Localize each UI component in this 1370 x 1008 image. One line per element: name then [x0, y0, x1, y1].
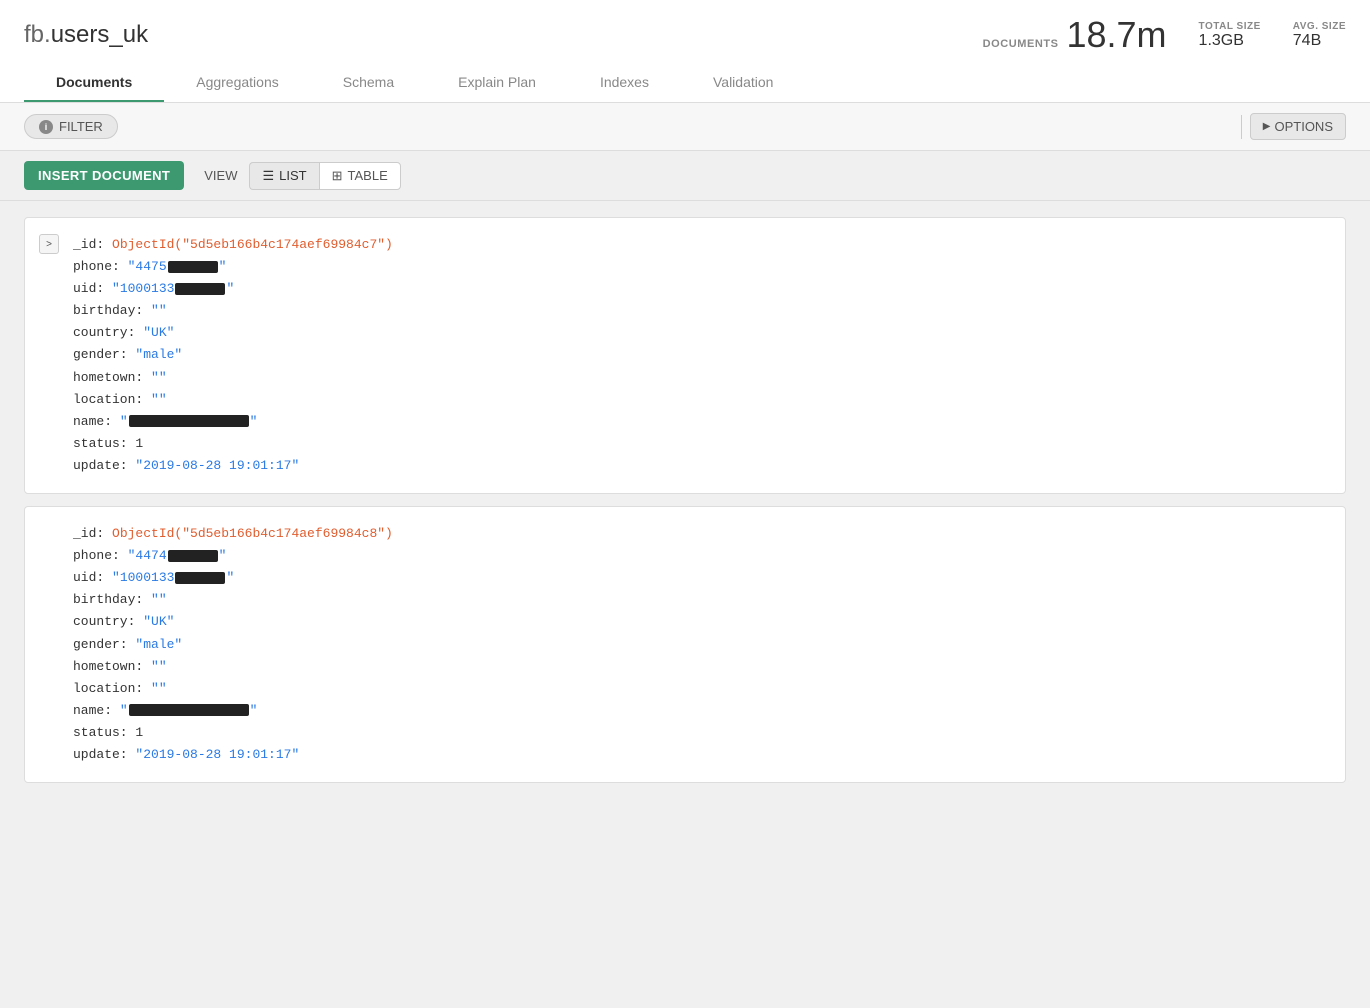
documents-label: DOCUMENTS	[983, 38, 1059, 50]
doc-field-hometown: hometown: ""	[73, 367, 1325, 389]
doc2-field-gender: gender: "male"	[73, 634, 1325, 656]
collection-name: users_uk	[51, 21, 148, 48]
redacted-name-2	[129, 704, 249, 716]
filter-bar: i FILTER ▶ OPTIONS	[0, 103, 1370, 151]
documents-count: 18.7m	[1066, 14, 1166, 56]
tab-documents[interactable]: Documents	[24, 64, 164, 102]
doc-field-country: country: "UK"	[73, 322, 1325, 344]
doc2-field-id: _id: ObjectId("5d5eb166b4c174aef69984c8"…	[73, 523, 1325, 545]
stat-documents: DOCUMENTS 18.7m	[983, 14, 1167, 56]
total-size-label: TOTAL SIZE	[1199, 21, 1261, 32]
total-size-value: 1.3GB	[1199, 32, 1244, 50]
stat-avg-size: AVG. SIZE 74B	[1293, 21, 1346, 50]
redacted-name	[129, 415, 249, 427]
doc2-field-update: update: "2019-08-28 19:01:17"	[73, 744, 1325, 766]
stats-area: DOCUMENTS 18.7m TOTAL SIZE 1.3GB AVG. SI…	[983, 14, 1346, 56]
filter-info-icon: i	[39, 120, 53, 134]
redacted-uid-2	[175, 572, 225, 584]
options-button[interactable]: ▶ OPTIONS	[1250, 113, 1346, 140]
doc2-field-country: country: "UK"	[73, 611, 1325, 633]
toolbar: INSERT DOCUMENT VIEW ☰ LIST ⊞ TABLE	[0, 151, 1370, 201]
redacted-phone	[168, 261, 218, 273]
options-arrow-icon: ▶	[1263, 121, 1271, 132]
collection-prefix: fb.	[24, 21, 51, 48]
doc2-field-uid: uid: "1000133 "	[73, 567, 1325, 589]
document-card: _id: ObjectId("5d5eb166b4c174aef69984c8"…	[24, 506, 1346, 783]
list-view-button[interactable]: ☰ LIST	[249, 162, 318, 190]
doc-field-birthday: birthday: ""	[73, 300, 1325, 322]
filter-button[interactable]: i FILTER	[24, 114, 118, 139]
table-view-button[interactable]: ⊞ TABLE	[319, 162, 401, 190]
doc2-field-location: location: ""	[73, 678, 1325, 700]
document-card: > _id: ObjectId("5d5eb166b4c174aef69984c…	[24, 217, 1346, 494]
table-icon: ⊞	[332, 168, 343, 184]
filter-label: FILTER	[59, 119, 103, 134]
doc2-field-status: status: 1	[73, 722, 1325, 744]
redacted-uid	[175, 283, 225, 295]
doc2-field-birthday: birthday: ""	[73, 589, 1325, 611]
documents-area: > _id: ObjectId("5d5eb166b4c174aef69984c…	[0, 201, 1370, 799]
options-label: OPTIONS	[1274, 119, 1333, 134]
insert-document-button[interactable]: INSERT DOCUMENT	[24, 161, 184, 190]
doc-field-status: status: 1	[73, 433, 1325, 455]
doc-field-location: location: ""	[73, 389, 1325, 411]
collection-title: fb.users_uk	[24, 21, 148, 49]
avg-size-label: AVG. SIZE	[1293, 21, 1346, 32]
doc-field-phone: phone: "4475 "	[73, 256, 1325, 278]
stat-total-size: TOTAL SIZE 1.3GB	[1199, 21, 1261, 50]
view-toggle: ☰ LIST ⊞ TABLE	[249, 162, 400, 190]
tabs: Documents Aggregations Schema Explain Pl…	[24, 64, 1346, 102]
filter-divider	[1241, 115, 1242, 139]
tab-explain-plan[interactable]: Explain Plan	[426, 64, 568, 102]
doc2-field-hometown: hometown: ""	[73, 656, 1325, 678]
redacted-phone-2	[168, 550, 218, 562]
doc-field-update: update: "2019-08-28 19:01:17"	[73, 455, 1325, 477]
doc2-field-phone: phone: "4474 "	[73, 545, 1325, 567]
avg-size-value: 74B	[1293, 32, 1321, 50]
doc-expand-button[interactable]: >	[39, 234, 59, 254]
tab-schema[interactable]: Schema	[311, 64, 426, 102]
list-icon: ☰	[262, 168, 274, 184]
tab-indexes[interactable]: Indexes	[568, 64, 681, 102]
doc-field-id: _id: ObjectId("5d5eb166b4c174aef69984c7"…	[73, 234, 1325, 256]
top-header: fb.users_uk DOCUMENTS 18.7m TOTAL SIZE 1…	[24, 0, 1346, 64]
doc-field-gender: gender: "male"	[73, 344, 1325, 366]
tab-aggregations[interactable]: Aggregations	[164, 64, 311, 102]
tab-validation[interactable]: Validation	[681, 64, 805, 102]
view-label: VIEW	[204, 168, 237, 183]
doc2-field-name: name: " "	[73, 700, 1325, 722]
doc-field-uid: uid: "1000133 "	[73, 278, 1325, 300]
top-bar: fb.users_uk DOCUMENTS 18.7m TOTAL SIZE 1…	[0, 0, 1370, 103]
doc-field-name: name: " "	[73, 411, 1325, 433]
